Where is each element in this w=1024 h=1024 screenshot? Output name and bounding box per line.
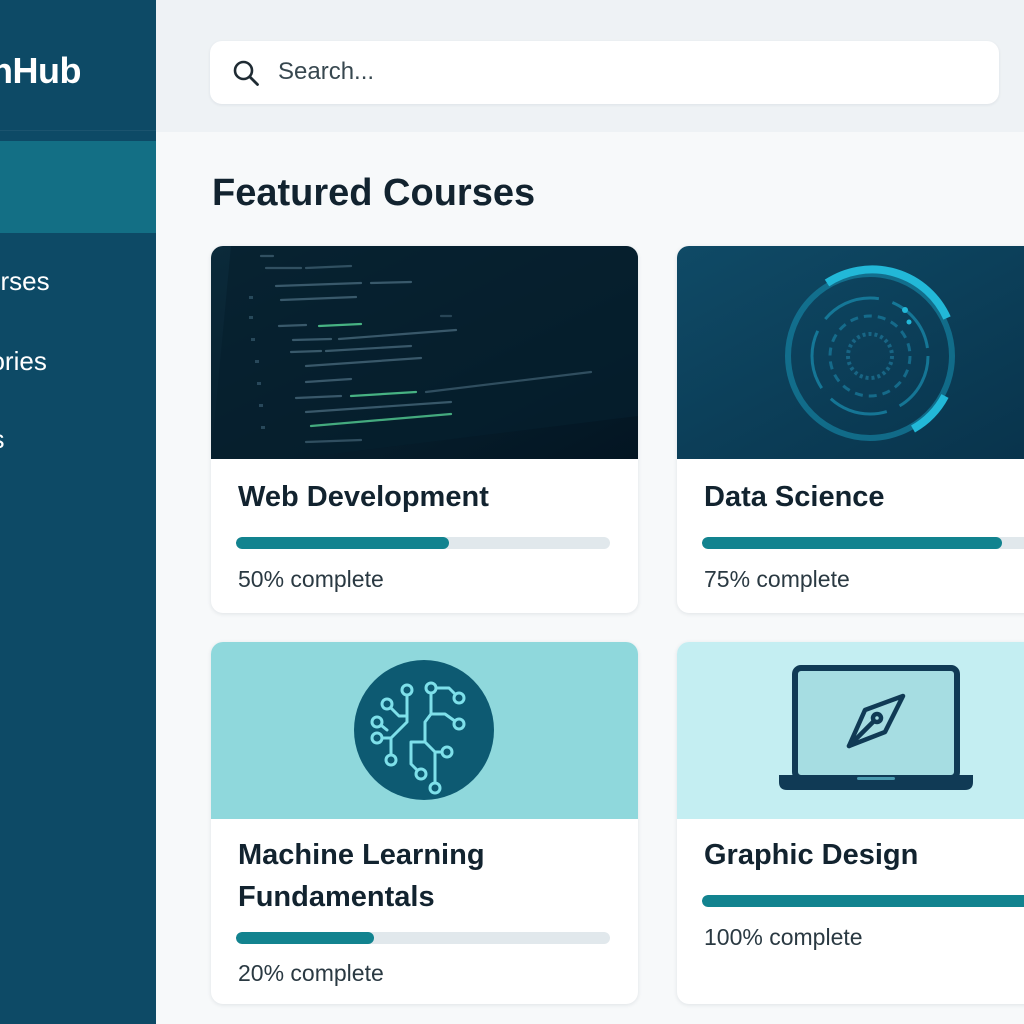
course-card-data-science[interactable]: Data Science 75% complete	[677, 246, 1024, 613]
course-card-machine-learning[interactable]: Machine Learning Fundamentals 20% comple…	[211, 642, 638, 1004]
progress-label: 100% complete	[704, 924, 863, 950]
sidebar-item-active[interactable]	[0, 141, 156, 233]
top-bar	[156, 0, 1024, 132]
search-input[interactable]	[278, 55, 958, 89]
progress-fill	[236, 537, 450, 549]
course-title: Web Development	[238, 481, 489, 513]
progress-fill	[702, 895, 1024, 907]
code-editor-image	[211, 246, 638, 459]
search-icon	[232, 59, 260, 87]
progress-bar	[236, 537, 610, 549]
course-card-web-development[interactable]: Web Development 50% complete	[211, 246, 638, 613]
course-card-graphic-design[interactable]: Graphic Design 100% complete	[677, 642, 1024, 1004]
course-title: Machine Learning Fundamentals	[238, 839, 485, 913]
progress-bar	[702, 895, 1024, 907]
progress-label: 50% complete	[238, 566, 384, 592]
course-title: Data Science	[704, 481, 885, 513]
progress-bar	[702, 537, 1024, 549]
progress-bar	[236, 932, 610, 944]
page-title: Featured Courses	[212, 172, 536, 214]
search-box[interactable]	[210, 41, 999, 104]
progress-fill	[702, 537, 1002, 549]
progress-label: 75% complete	[704, 566, 850, 592]
sidebar: arnHub urses gories ess	[0, 0, 156, 1024]
brand-logo[interactable]: arnHub	[0, 50, 82, 92]
sidebar-item-progress[interactable]: ess	[0, 424, 4, 455]
data-ring-image	[677, 246, 1024, 459]
laptop-pen-image	[677, 642, 1024, 819]
progress-fill	[236, 932, 375, 944]
app-window: arnHub urses gories ess Featured Courses	[0, 0, 1024, 1024]
progress-label: 20% complete	[238, 960, 384, 986]
sidebar-divider	[0, 130, 156, 131]
main-content: Featured Courses Web Development 50% com…	[156, 132, 1024, 1024]
neural-brain-image	[211, 642, 638, 819]
sidebar-item-courses[interactable]: urses	[0, 266, 50, 297]
course-title: Graphic Design	[704, 839, 919, 871]
sidebar-item-categories[interactable]: gories	[0, 346, 47, 377]
